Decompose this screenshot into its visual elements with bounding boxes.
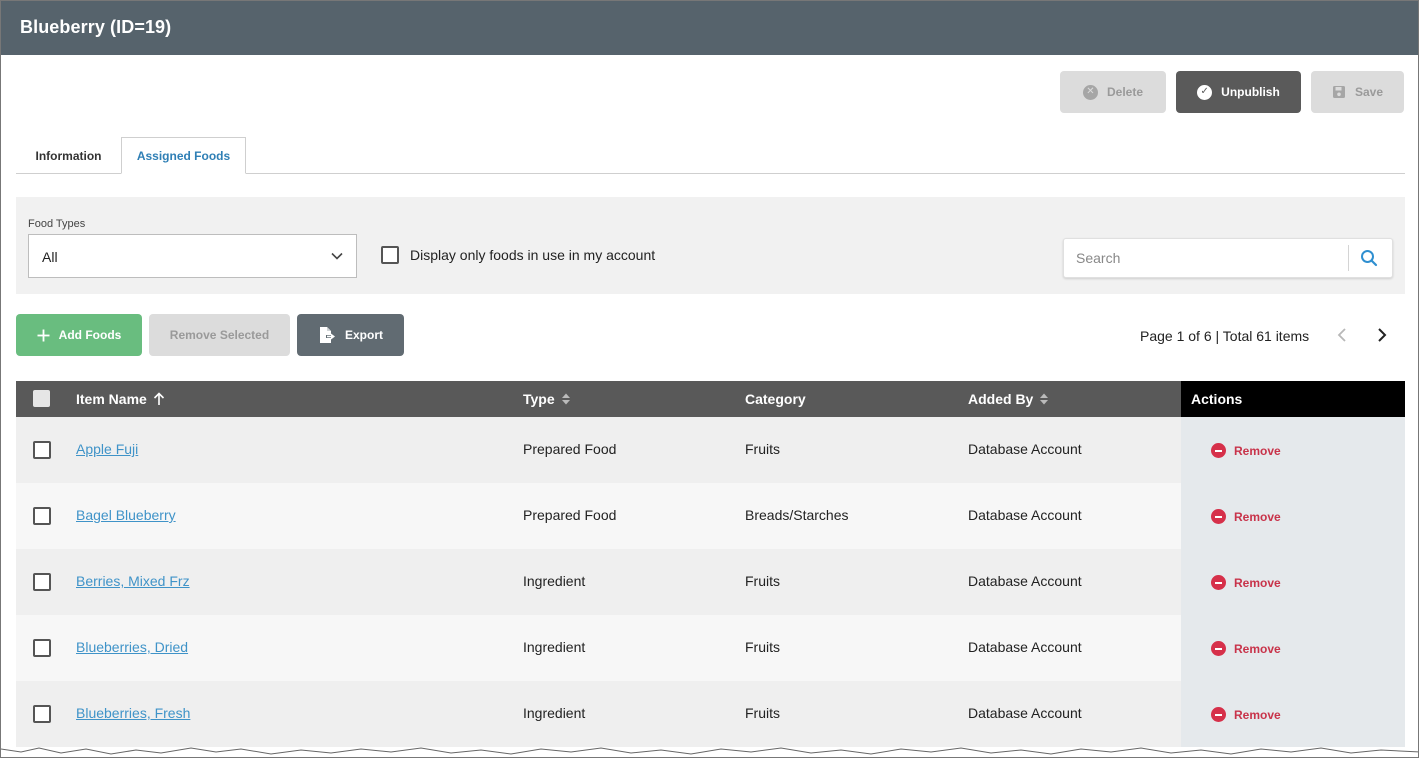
table-row: Blueberries, Fresh Ingredient Fruits Dat… (16, 681, 1405, 747)
plus-icon (37, 329, 50, 341)
item-type: Ingredient (523, 639, 586, 655)
filter-bar: Food Types All Display only foods in use… (16, 197, 1405, 294)
remove-label: Remove (1234, 509, 1281, 524)
item-type: Prepared Food (523, 441, 617, 457)
minus-circle-icon (1211, 509, 1226, 524)
remove-button[interactable]: Remove (1211, 575, 1281, 590)
close-circle-icon: ✕ (1082, 84, 1098, 100)
column-item-name[interactable]: Item Name (76, 381, 165, 417)
column-actions-label: Actions (1191, 391, 1243, 407)
item-category: Fruits (745, 573, 780, 589)
table-row: Apple Fuji Prepared Food Fruits Database… (16, 417, 1405, 483)
row-checkbox[interactable] (33, 573, 51, 591)
table-row: Blueberries, Dried Ingredient Fruits Dat… (16, 615, 1405, 681)
remove-button[interactable]: Remove (1211, 443, 1281, 458)
table-row: Berries, Mixed Frz Ingredient Fruits Dat… (16, 549, 1405, 615)
remove-button[interactable]: Remove (1211, 707, 1281, 722)
item-category: Fruits (745, 639, 780, 655)
minus-circle-icon (1211, 707, 1226, 722)
search-input[interactable] (1064, 239, 1348, 277)
item-added-by: Database Account (968, 441, 1082, 457)
item-added-by: Database Account (968, 573, 1082, 589)
item-name-link[interactable]: Blueberries, Fresh (76, 705, 190, 721)
item-name-link[interactable]: Bagel Blueberry (76, 507, 176, 523)
minus-circle-icon (1211, 575, 1226, 590)
item-added-by: Database Account (968, 705, 1082, 721)
page-title: Blueberry (ID=19) (20, 17, 172, 37)
minus-circle-icon (1211, 443, 1226, 458)
delete-button[interactable]: ✕ Delete (1060, 71, 1166, 113)
search-box (1063, 238, 1393, 278)
column-added-by[interactable]: Added By (968, 381, 1049, 417)
unpublish-button-label: Unpublish (1221, 85, 1280, 99)
chevron-left-icon[interactable] (1332, 325, 1352, 345)
display-in-use-label: Display only foods in use in my account (410, 247, 656, 263)
column-type[interactable]: Type (523, 381, 571, 417)
add-foods-button[interactable]: Add Foods (16, 314, 142, 356)
export-label: Export (344, 328, 383, 342)
display-in-use-checkbox[interactable] (381, 246, 399, 264)
save-button[interactable]: Save (1311, 71, 1404, 113)
delete-button-label: Delete (1106, 85, 1144, 99)
title-bar: Blueberry (ID=19) (1, 1, 1418, 55)
select-all-checkbox[interactable] (33, 390, 50, 407)
item-category: Breads/Starches (745, 507, 849, 523)
item-name-link[interactable]: Apple Fuji (76, 441, 138, 457)
tab-bar: Information Assigned Foods (16, 137, 1405, 174)
column-added-by-label: Added By (968, 391, 1034, 407)
item-added-by: Database Account (968, 639, 1082, 655)
minus-circle-icon (1211, 641, 1226, 656)
check-circle-icon: ✓ (1197, 84, 1213, 100)
search-divider (1348, 245, 1349, 271)
sort-icon (561, 393, 570, 405)
item-type: Prepared Food (523, 507, 617, 523)
search-icon[interactable] (1360, 249, 1378, 267)
tab-assigned-foods[interactable]: Assigned Foods (121, 137, 246, 174)
food-types-label: Food Types (28, 218, 86, 230)
column-type-label: Type (523, 391, 555, 407)
remove-label: Remove (1234, 641, 1281, 656)
item-added-by: Database Account (968, 507, 1082, 523)
item-name-link[interactable]: Berries, Mixed Frz (76, 573, 190, 589)
remove-button[interactable]: Remove (1211, 509, 1281, 524)
add-foods-label: Add Foods (58, 328, 122, 342)
row-checkbox[interactable] (33, 639, 51, 657)
item-type: Ingredient (523, 573, 586, 589)
export-button[interactable]: Export (297, 314, 404, 356)
save-button-label: Save (1354, 85, 1384, 99)
table-row: Bagel Blueberry Prepared Food Breads/Sta… (16, 483, 1405, 549)
page-frame: Blueberry (ID=19) ✕ Delete ✓ Unpublish S… (0, 0, 1419, 758)
remove-label: Remove (1234, 443, 1281, 458)
pager-summary: Page 1 of 6 | Total 61 items (1140, 328, 1310, 344)
chevron-down-icon (331, 252, 343, 260)
chevron-right-icon[interactable] (1372, 325, 1392, 345)
torn-edge (1, 747, 1418, 757)
unpublish-button[interactable]: ✓ Unpublish (1176, 71, 1301, 113)
tab-information[interactable]: Information (16, 137, 121, 174)
remove-button[interactable]: Remove (1211, 641, 1281, 656)
export-file-icon (319, 327, 335, 343)
floppy-disk-icon (1332, 86, 1345, 98)
table-header: Item Name Type Category Added By Actions (16, 381, 1405, 417)
remove-label: Remove (1234, 707, 1281, 722)
food-types-select[interactable]: All (28, 234, 357, 278)
sort-ascending-icon (153, 392, 164, 405)
column-category: Category (745, 381, 806, 417)
remove-selected-button[interactable]: Remove Selected (149, 314, 290, 356)
food-types-value: All (42, 249, 58, 265)
remove-label: Remove (1234, 575, 1281, 590)
item-name-link[interactable]: Blueberries, Dried (76, 639, 188, 655)
item-category: Fruits (745, 441, 780, 457)
column-actions: Actions (1181, 381, 1405, 417)
item-category: Fruits (745, 705, 780, 721)
row-checkbox[interactable] (33, 507, 51, 525)
column-category-label: Category (745, 391, 806, 407)
row-checkbox[interactable] (33, 441, 51, 459)
row-checkbox[interactable] (33, 705, 51, 723)
sort-icon (1040, 393, 1049, 405)
remove-selected-label: Remove Selected (169, 328, 270, 342)
item-type: Ingredient (523, 705, 586, 721)
column-item-name-label: Item Name (76, 391, 147, 407)
